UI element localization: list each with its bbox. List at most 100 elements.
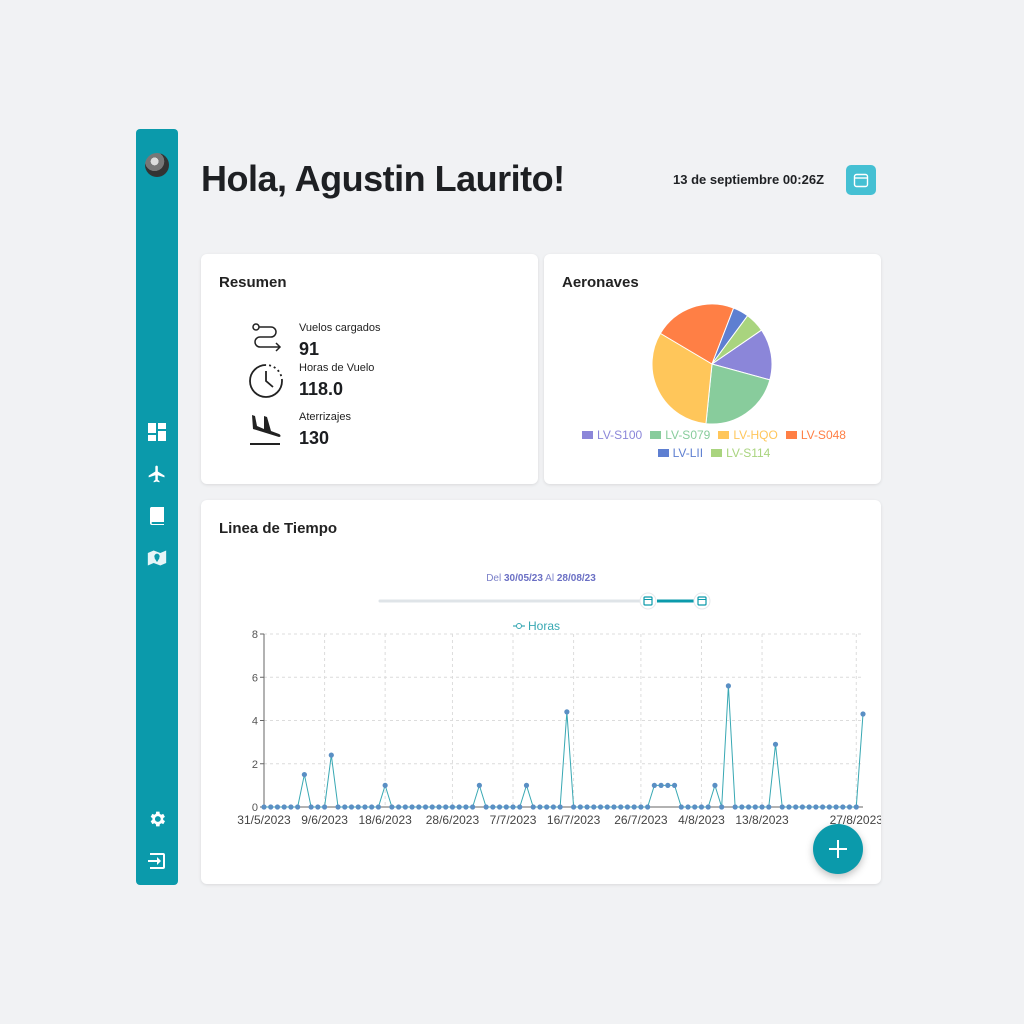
data-point[interactable]: [597, 804, 604, 810]
data-point[interactable]: [853, 804, 859, 810]
data-point[interactable]: [268, 804, 274, 810]
data-point[interactable]: [793, 804, 799, 810]
data-point[interactable]: [584, 804, 590, 810]
legend-item-lv-s114[interactable]: LV-S114: [711, 444, 770, 462]
data-point[interactable]: [705, 804, 711, 810]
data-point[interactable]: [530, 804, 536, 810]
data-point[interactable]: [557, 804, 563, 810]
data-point[interactable]: [591, 804, 597, 810]
data-point[interactable]: [813, 804, 819, 810]
data-point[interactable]: [550, 804, 557, 810]
dashboard-icon[interactable]: [147, 422, 167, 442]
data-point[interactable]: [416, 804, 422, 810]
data-point[interactable]: [369, 804, 375, 810]
data-point[interactable]: [375, 804, 382, 810]
data-point[interactable]: [665, 782, 671, 788]
data-point[interactable]: [745, 804, 752, 810]
data-point[interactable]: [335, 804, 341, 810]
legend-item-lv-lii[interactable]: LV-LII: [657, 444, 703, 462]
data-point[interactable]: [456, 804, 462, 810]
data-point[interactable]: [719, 804, 725, 810]
data-point[interactable]: [860, 711, 866, 717]
data-point[interactable]: [409, 804, 415, 810]
data-point[interactable]: [281, 804, 287, 810]
data-point[interactable]: [786, 804, 792, 810]
data-point[interactable]: [725, 683, 731, 689]
data-point[interactable]: [483, 804, 489, 810]
data-point[interactable]: [288, 804, 294, 810]
data-point[interactable]: [402, 804, 408, 810]
data-point[interactable]: [685, 804, 691, 810]
data-point[interactable]: [342, 804, 348, 810]
data-point[interactable]: [348, 804, 355, 810]
data-point[interactable]: [362, 804, 368, 810]
data-point[interactable]: [382, 782, 388, 788]
data-point[interactable]: [564, 709, 570, 715]
data-point[interactable]: [389, 804, 395, 810]
data-point[interactable]: [658, 782, 664, 788]
data-point[interactable]: [321, 804, 328, 810]
data-point[interactable]: [315, 804, 321, 810]
data-point[interactable]: [624, 804, 631, 810]
map-icon[interactable]: [147, 548, 167, 568]
avatar[interactable]: [145, 153, 169, 177]
data-point[interactable]: [840, 804, 846, 810]
data-point[interactable]: [443, 804, 449, 810]
data-point[interactable]: [476, 782, 482, 788]
data-point[interactable]: [355, 804, 361, 810]
data-point[interactable]: [295, 804, 301, 810]
legend-item-lv-s100[interactable]: LV-S100: [582, 426, 642, 444]
data-point[interactable]: [678, 804, 684, 810]
data-point[interactable]: [752, 804, 758, 810]
data-point[interactable]: [328, 752, 334, 758]
date-range-slider[interactable]: [201, 592, 881, 612]
data-point[interactable]: [846, 804, 853, 810]
data-point[interactable]: [422, 804, 429, 810]
data-point[interactable]: [698, 804, 705, 810]
data-point[interactable]: [766, 804, 772, 810]
data-point[interactable]: [604, 804, 610, 810]
data-point[interactable]: [692, 804, 698, 810]
data-point[interactable]: [490, 804, 496, 810]
data-point[interactable]: [523, 782, 530, 788]
data-point[interactable]: [436, 804, 442, 810]
data-point[interactable]: [820, 804, 826, 810]
data-point[interactable]: [618, 804, 624, 810]
slider-end-handle[interactable]: [693, 592, 711, 610]
data-point[interactable]: [537, 804, 543, 810]
data-point[interactable]: [712, 782, 718, 788]
data-point[interactable]: [503, 804, 509, 810]
data-point[interactable]: [799, 804, 806, 810]
data-point[interactable]: [671, 782, 678, 788]
data-point[interactable]: [645, 804, 651, 810]
legend-item-lv-hqo[interactable]: LV-HQO: [718, 426, 778, 444]
add-flight-button[interactable]: [813, 824, 863, 874]
data-point[interactable]: [396, 804, 402, 810]
data-point[interactable]: [779, 804, 785, 810]
data-point[interactable]: [631, 804, 637, 810]
calendar-button[interactable]: [846, 165, 876, 195]
data-point[interactable]: [732, 804, 738, 810]
data-point[interactable]: [274, 804, 281, 810]
data-point[interactable]: [496, 804, 503, 810]
line-legend[interactable]: Horas: [513, 619, 560, 633]
slider-start-handle[interactable]: [639, 592, 657, 610]
data-point[interactable]: [510, 804, 516, 810]
data-point[interactable]: [470, 804, 476, 810]
data-point[interactable]: [261, 804, 267, 810]
data-point[interactable]: [449, 804, 456, 810]
airplane-icon[interactable]: [147, 464, 167, 484]
data-point[interactable]: [739, 804, 745, 810]
legend-item-lv-s079[interactable]: LV-S079: [650, 426, 710, 444]
data-point[interactable]: [308, 804, 314, 810]
data-point[interactable]: [429, 804, 435, 810]
legend-item-lv-s048[interactable]: LV-S048: [785, 426, 846, 444]
book-icon[interactable]: [147, 506, 167, 526]
data-point[interactable]: [570, 804, 577, 810]
data-point[interactable]: [833, 804, 839, 810]
data-point[interactable]: [517, 804, 523, 810]
data-point[interactable]: [577, 804, 583, 810]
data-point[interactable]: [772, 741, 779, 747]
data-point[interactable]: [651, 782, 657, 788]
data-point[interactable]: [826, 804, 832, 810]
